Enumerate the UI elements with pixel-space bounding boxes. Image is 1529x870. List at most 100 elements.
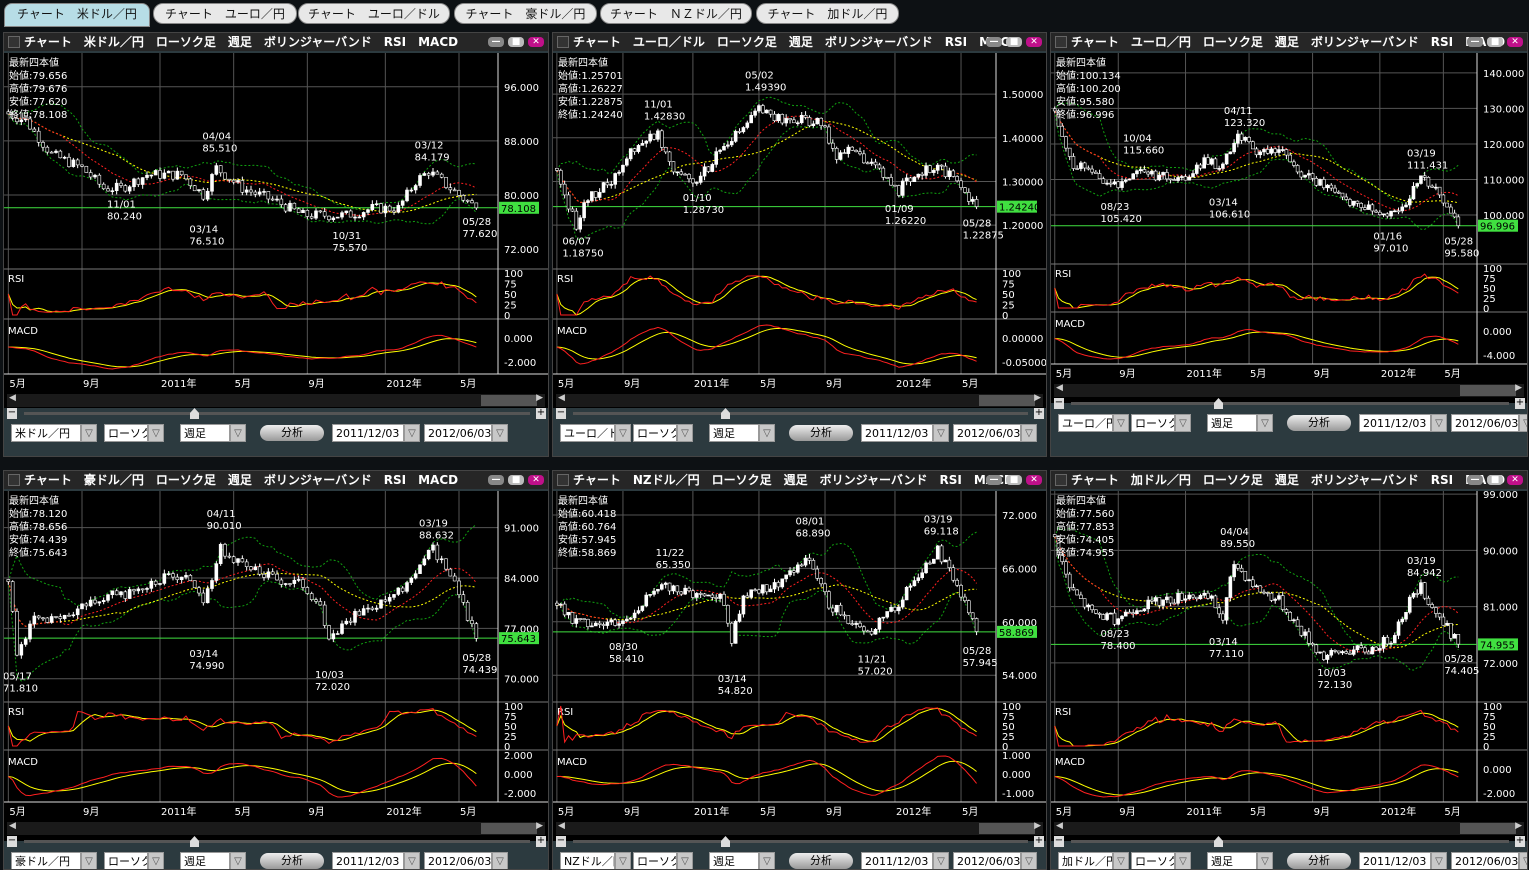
period-select[interactable]: 週足 (709, 852, 759, 869)
zoom-slider-track[interactable] (1071, 402, 1509, 405)
date-to-select[interactable]: 2012/06/03 (1451, 414, 1519, 432)
price-chart[interactable]: 5月 9月 2011年 5月 9月 2012年 5月 1.50000 1.40000 1.3000… (553, 33, 1047, 443)
scrollbar-thumb[interactable] (481, 823, 537, 834)
zoom-in-button[interactable]: + (536, 408, 546, 419)
tab-chart-3[interactable]: チャート 豪ドル／円 (454, 3, 597, 24)
scroll-right-arrow[interactable]: ▶ (1515, 383, 1522, 393)
dropdown-arrow-icon[interactable]: ▽ (933, 852, 949, 869)
price-chart[interactable]: 5月 9月 2011年 5月 9月 2012年 5月 140.000 130.000 120.00… (1051, 33, 1528, 438)
price-chart[interactable]: 5月 9月 2011年 5月 9月 2012年 5月91.00084.00077.00070… (4, 471, 549, 870)
zoom-in-button[interactable]: + (1515, 398, 1525, 409)
period-select[interactable]: 週足 (1207, 414, 1257, 432)
dropdown-arrow-icon[interactable]: ▽ (1519, 414, 1527, 432)
horizontal-scrollbar[interactable]: ◀ ▶ (1054, 821, 1524, 835)
dropdown-arrow-icon[interactable]: ▽ (230, 424, 246, 442)
currency-pair-select[interactable]: NZドル／円 (560, 852, 615, 869)
dropdown-arrow-icon[interactable]: ▽ (615, 424, 631, 442)
zoom-out-button[interactable]: − (556, 836, 566, 847)
dropdown-arrow-icon[interactable]: ▽ (1257, 852, 1273, 869)
dropdown-arrow-icon[interactable]: ▽ (404, 852, 420, 869)
horizontal-scrollbar[interactable]: ◀ ▶ (7, 821, 545, 835)
scrollbar-thumb[interactable] (481, 395, 537, 406)
chart-type-select[interactable]: ローソク足 (633, 424, 677, 442)
scroll-left-arrow[interactable]: ◀ (1056, 383, 1063, 393)
zoom-in-button[interactable]: + (1034, 836, 1044, 847)
analyze-button[interactable]: 分析 (789, 425, 853, 441)
zoom-out-button[interactable]: − (1054, 398, 1064, 409)
period-select[interactable]: 週足 (1207, 852, 1257, 869)
zoom-out-button[interactable]: − (556, 408, 566, 419)
date-to-select[interactable]: 2012/06/03 (953, 852, 1021, 869)
dropdown-arrow-icon[interactable]: ▽ (148, 852, 164, 869)
chart-type-select[interactable]: ローソク足 (633, 852, 677, 869)
tab-chart-2[interactable]: チャート ユーロ／ドル (298, 3, 450, 24)
horizontal-scrollbar[interactable]: ◀ ▶ (556, 821, 1043, 835)
dropdown-arrow-icon[interactable]: ▽ (1431, 852, 1447, 869)
date-to-select[interactable]: 2012/06/03 (953, 424, 1021, 442)
scroll-left-arrow[interactable]: ◀ (558, 393, 565, 403)
currency-pair-select[interactable]: 豪ドル／円 (11, 852, 81, 869)
dropdown-arrow-icon[interactable]: ▽ (1431, 414, 1447, 432)
price-chart[interactable]: 5月 9月 2011年 5月 9月 2012年 5月 99.000 90.000 81.000 72… (1051, 471, 1528, 870)
dropdown-arrow-icon[interactable]: ▽ (81, 424, 97, 442)
date-to-select[interactable]: 2012/06/03 (1451, 852, 1519, 869)
dropdown-arrow-icon[interactable]: ▽ (1519, 852, 1527, 869)
period-select[interactable]: 週足 (709, 424, 759, 442)
dropdown-arrow-icon[interactable]: ▽ (677, 852, 693, 869)
price-chart[interactable]: 5月 9月 2011年 5月 9月 2012年 5月 96.000 88.000 80.000 72… (4, 33, 549, 443)
scrollbar-thumb[interactable] (979, 823, 1035, 834)
tab-chart-4[interactable]: チャート ＮＺドル／円 (600, 3, 752, 24)
scroll-right-arrow[interactable]: ▶ (1034, 821, 1041, 831)
price-chart[interactable]: 5月 9月 2011年 5月 9月 2012年 5月72.00066.00060.00054… (553, 471, 1047, 870)
period-select[interactable]: 週足 (180, 852, 230, 869)
horizontal-scrollbar[interactable]: ◀ ▶ (7, 393, 545, 407)
analyze-button[interactable]: 分析 (1287, 853, 1351, 869)
scrollbar-thumb[interactable] (979, 395, 1035, 406)
date-from-select[interactable]: 2011/12/03 (332, 852, 404, 869)
analyze-button[interactable]: 分析 (789, 853, 853, 869)
dropdown-arrow-icon[interactable]: ▽ (404, 424, 420, 442)
zoom-in-button[interactable]: + (1515, 836, 1525, 847)
scroll-left-arrow[interactable]: ◀ (9, 393, 16, 403)
zoom-out-button[interactable]: − (7, 408, 17, 419)
scrollbar-thumb[interactable] (1460, 385, 1516, 396)
analyze-button[interactable]: 分析 (260, 425, 324, 441)
zoom-in-button[interactable]: + (1034, 408, 1044, 419)
scroll-right-arrow[interactable]: ▶ (536, 393, 543, 403)
scroll-right-arrow[interactable]: ▶ (536, 821, 543, 831)
dropdown-arrow-icon[interactable]: ▽ (1021, 424, 1037, 442)
dropdown-arrow-icon[interactable]: ▽ (759, 852, 775, 869)
date-from-select[interactable]: 2011/12/03 (332, 424, 404, 442)
dropdown-arrow-icon[interactable]: ▽ (492, 424, 508, 442)
chart-type-select[interactable]: ローソク足 (1131, 852, 1175, 869)
date-from-select[interactable]: 2011/12/03 (861, 852, 933, 869)
horizontal-scrollbar[interactable]: ◀ ▶ (556, 393, 1043, 407)
analyze-button[interactable]: 分析 (1287, 415, 1351, 431)
date-to-select[interactable]: 2012/06/03 (424, 852, 492, 869)
dropdown-arrow-icon[interactable]: ▽ (1175, 852, 1191, 869)
dropdown-arrow-icon[interactable]: ▽ (933, 424, 949, 442)
date-from-select[interactable]: 2011/12/03 (1359, 852, 1431, 869)
dropdown-arrow-icon[interactable]: ▽ (1021, 852, 1037, 869)
dropdown-arrow-icon[interactable]: ▽ (615, 852, 631, 869)
dropdown-arrow-icon[interactable]: ▽ (492, 852, 508, 869)
currency-pair-select[interactable]: ユーロ／ドル (560, 424, 615, 442)
zoom-slider-track[interactable] (573, 840, 1028, 843)
dropdown-arrow-icon[interactable]: ▽ (81, 852, 97, 869)
dropdown-arrow-icon[interactable]: ▽ (230, 852, 246, 869)
date-to-select[interactable]: 2012/06/03 (424, 424, 492, 442)
period-select[interactable]: 週足 (180, 424, 230, 442)
chart-type-select[interactable]: ローソク足 (1131, 414, 1175, 432)
scroll-right-arrow[interactable]: ▶ (1034, 393, 1041, 403)
dropdown-arrow-icon[interactable]: ▽ (148, 424, 164, 442)
tab-chart-1[interactable]: チャート ユーロ／円 (153, 3, 297, 24)
zoom-out-button[interactable]: − (7, 836, 17, 847)
chart-type-select[interactable]: ローソク足 (104, 852, 148, 869)
scroll-left-arrow[interactable]: ◀ (1056, 821, 1063, 831)
dropdown-arrow-icon[interactable]: ▽ (1257, 414, 1273, 432)
scroll-right-arrow[interactable]: ▶ (1515, 821, 1522, 831)
zoom-slider-track[interactable] (573, 412, 1028, 415)
zoom-slider-track[interactable] (24, 412, 530, 415)
scroll-left-arrow[interactable]: ◀ (558, 821, 565, 831)
tab-chart-5[interactable]: チャート 加ドル／円 (756, 3, 899, 24)
